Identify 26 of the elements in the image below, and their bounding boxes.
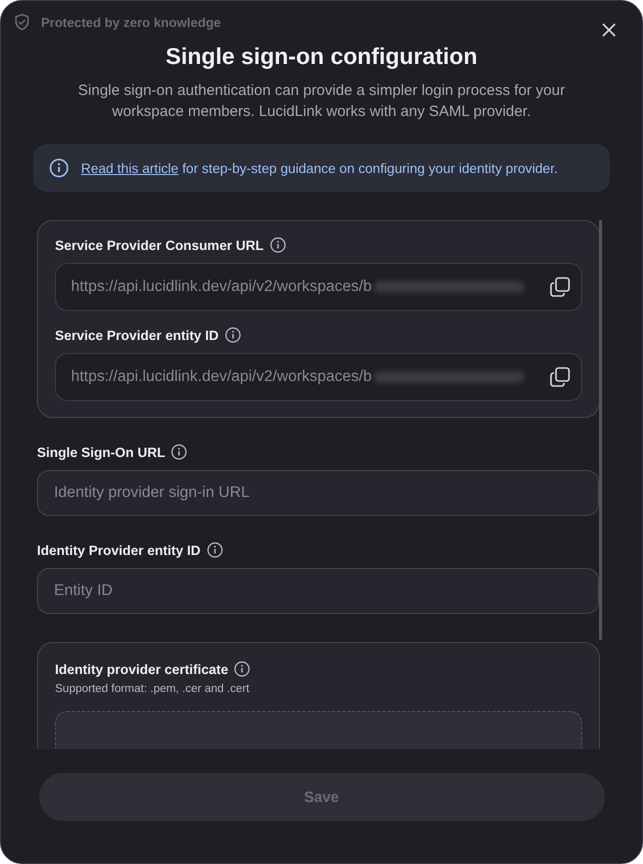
info-icon[interactable] <box>171 444 188 460</box>
shield-check-icon <box>13 13 31 31</box>
info-icon[interactable] <box>206 542 223 558</box>
url-field[interactable]: https://api.lucidlink.dev/api/v2/workspaces/b <box>55 353 582 401</box>
format-hint: Supported format: .pem, .cer and .cert <box>55 683 250 695</box>
info-icon[interactable] <box>234 661 250 677</box>
copy-icon[interactable] <box>549 276 571 298</box>
close-icon[interactable] <box>602 23 616 37</box>
field-label: Service Provider entity ID <box>55 328 219 342</box>
dialog-description: Single sign-on authentication can provide a simpler login process for your workspace members. LucidLink works with any SAML provider. <box>77 81 566 122</box>
dialog-title: Single sign-on configuration <box>164 43 478 70</box>
field-label: Single Sign-On URL <box>37 444 166 460</box>
field-label: Identity Provider entity ID <box>37 542 201 558</box>
input-field[interactable]: Entity ID <box>37 568 599 614</box>
scrollbar[interactable] <box>599 220 602 640</box>
info-icon <box>49 158 69 178</box>
field-label: Identity provider certificate <box>55 662 228 676</box>
url-field[interactable]: https://api.lucidlink.dev/api/v2/workspaces/b <box>55 263 582 311</box>
field-label: Service Provider Consumer URL <box>55 238 264 252</box>
info-text: Read this article for step-by-step guidance on configuring your identity provider. <box>81 160 558 176</box>
article-link[interactable]: Read this article <box>81 160 178 176</box>
input-field[interactable]: Identity provider sign-in URL <box>37 470 599 516</box>
badge-text: Protected by zero knowledge <box>41 14 221 30</box>
info-icon[interactable] <box>270 237 286 253</box>
copy-icon[interactable] <box>549 366 571 388</box>
info-icon[interactable] <box>224 327 241 343</box>
